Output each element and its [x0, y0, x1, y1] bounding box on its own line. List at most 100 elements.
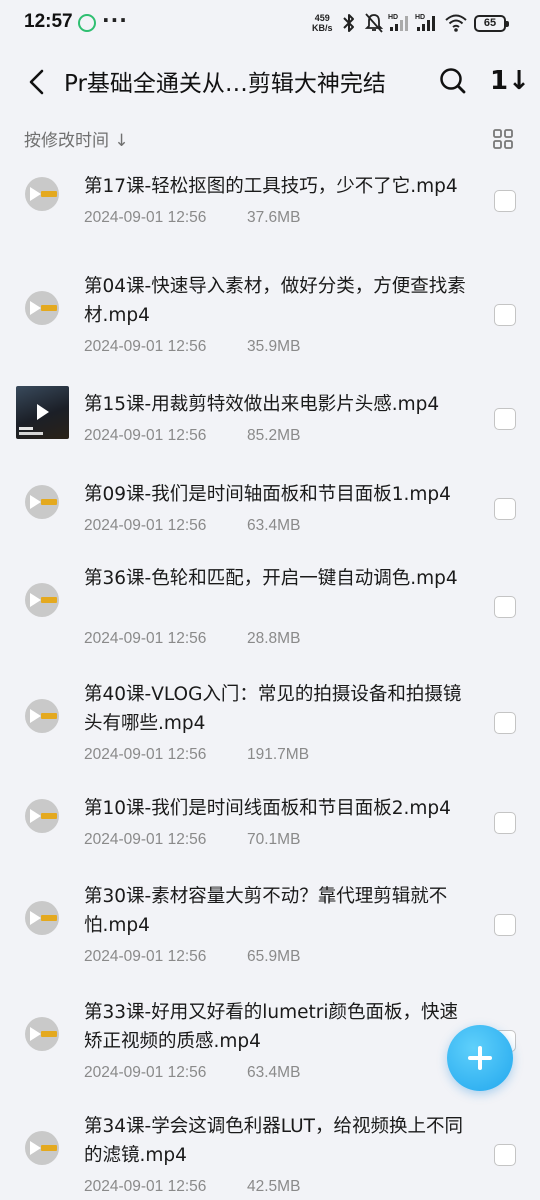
- file-date: 2024-09-01 12:56: [84, 517, 207, 534]
- file-date: 2024-09-01 12:56: [84, 746, 207, 763]
- file-row[interactable]: 第34课-学会这调色利器LUT，给视频换上不同的滤镜.mp4 2024-09-0…: [0, 1102, 540, 1200]
- play-icon: [30, 301, 41, 315]
- video-file-icon: [25, 485, 59, 519]
- file-size: 28.8MB: [247, 630, 301, 647]
- file-name: 第30课-素材容量大剪不动？靠代理剪辑就不怕.mp4: [84, 886, 448, 936]
- file-size: 70.1MB: [247, 831, 301, 848]
- app-notification-icon: [78, 14, 96, 32]
- file-size: 65.9MB: [247, 948, 301, 965]
- search-button[interactable]: [438, 66, 468, 96]
- wifi-icon: [445, 14, 467, 32]
- file-meta: 2024-09-01 12:56 35.9MB: [84, 338, 300, 356]
- file-row[interactable]: 第30课-素材容量大剪不动？靠代理剪辑就不怕.mp4 2024-09-01 12…: [0, 872, 540, 980]
- video-file-icon: [25, 1017, 59, 1051]
- file-date: 2024-09-01 12:56: [84, 630, 207, 647]
- file-row[interactable]: 第17课-轻松抠图的工具技巧，少不了它.mp4 2024-09-01 12:56…: [0, 162, 540, 241]
- sort-order-button[interactable]: 1↓: [490, 64, 530, 98]
- video-file-icon: [25, 799, 59, 833]
- file-meta: 2024-09-01 12:56 42.5MB: [84, 1178, 300, 1196]
- video-file-icon: [25, 1131, 59, 1165]
- file-name: 第33课-好用又好看的lumetri颜色面板，快速矫正视频的质感.mp4: [84, 1002, 458, 1052]
- file-row[interactable]: 第15课-用裁剪特效做出来电影片头感.mp4 2024-09-01 12:56 …: [0, 380, 540, 459]
- file-date: 2024-09-01 12:56: [84, 338, 207, 355]
- select-checkbox[interactable]: [494, 596, 516, 618]
- file-name: 第15课-用裁剪特效做出来电影片头感.mp4: [84, 394, 440, 415]
- file-name: 第34课-学会这调色利器LUT，给视频换上不同的滤镜.mp4: [84, 1116, 463, 1166]
- file-row[interactable]: 第40课-VLOG入门：常见的拍摄设备和拍摄镜头有哪些.mp4 2024-09-…: [0, 670, 540, 778]
- video-file-icon: [25, 901, 59, 935]
- network-speed-value: 459: [314, 13, 330, 23]
- file-name: 第40课-VLOG入门：常见的拍摄设备和拍摄镜头有哪些.mp4: [84, 684, 462, 734]
- file-name: 第04课-快速导入素材，做好分类，方便查找素材.mp4: [84, 276, 466, 326]
- top-app-bar: Pr基础全通关从…剪辑大神完结 1↓: [0, 50, 540, 114]
- file-size: 63.4MB: [247, 517, 301, 534]
- back-button[interactable]: [20, 64, 54, 100]
- select-checkbox[interactable]: [494, 1144, 516, 1166]
- file-size: 85.2MB: [247, 427, 301, 444]
- play-icon: [30, 187, 41, 201]
- file-size: 35.9MB: [247, 338, 301, 355]
- file-meta: 2024-09-01 12:56 63.4MB: [84, 517, 300, 535]
- file-meta: 2024-09-01 12:56 85.2MB: [84, 427, 300, 445]
- file-date: 2024-09-01 12:56: [84, 831, 207, 848]
- battery-icon: 65: [474, 15, 509, 32]
- signal-hd-1-icon: HD: [388, 14, 408, 31]
- file-size: 42.5MB: [247, 1178, 301, 1195]
- file-type-badge-icon: [41, 713, 57, 719]
- file-meta: 2024-09-01 12:56 37.6MB: [84, 209, 300, 227]
- select-checkbox[interactable]: [494, 914, 516, 936]
- file-meta: 2024-09-01 12:56 63.4MB: [84, 1064, 300, 1082]
- select-checkbox[interactable]: [494, 304, 516, 326]
- file-meta: 2024-09-01 12:56 70.1MB: [84, 831, 300, 849]
- file-row[interactable]: 第09课-我们是时间轴面板和节目面板1.mp4 2024-09-01 12:56…: [0, 470, 540, 549]
- file-date: 2024-09-01 12:56: [84, 948, 207, 965]
- play-icon: [30, 709, 41, 723]
- file-size: 191.7MB: [247, 746, 310, 763]
- grid-view-icon[interactable]: [492, 128, 514, 150]
- add-fab-button[interactable]: [447, 1025, 513, 1091]
- file-meta: 2024-09-01 12:56 65.9MB: [84, 948, 300, 966]
- network-speed-unit: KB/s: [312, 23, 333, 33]
- file-type-badge-icon: [41, 1031, 57, 1037]
- svg-text:HD: HD: [415, 14, 425, 21]
- select-checkbox[interactable]: [494, 190, 516, 212]
- video-file-icon: [25, 583, 59, 617]
- file-date: 2024-09-01 12:56: [84, 1064, 207, 1081]
- file-type-badge-icon: [41, 813, 57, 819]
- video-file-icon: [25, 699, 59, 733]
- file-date: 2024-09-01 12:56: [84, 209, 207, 226]
- file-name: 第36课-色轮和匹配，开启一键自动调色.mp4: [84, 568, 458, 589]
- status-time: 12:57: [24, 11, 73, 32]
- bluetooth-icon: [343, 14, 354, 32]
- file-name: 第09课-我们是时间轴面板和节目面板1.mp4: [84, 484, 451, 505]
- file-type-badge-icon: [41, 191, 57, 197]
- play-icon: [30, 809, 41, 823]
- file-row[interactable]: 第36课-色轮和匹配，开启一键自动调色.mp4 2024-09-01 12:56…: [0, 554, 540, 662]
- file-date: 2024-09-01 12:56: [84, 427, 207, 444]
- select-checkbox[interactable]: [494, 408, 516, 430]
- sort-by-modified-time[interactable]: 按修改时间 ↓: [24, 126, 129, 151]
- svg-text:HD: HD: [388, 14, 398, 21]
- file-type-badge-icon: [41, 915, 57, 921]
- file-type-badge-icon: [41, 597, 57, 603]
- file-date: 2024-09-01 12:56: [84, 1178, 207, 1195]
- file-name: 第17课-轻松抠图的工具技巧，少不了它.mp4: [84, 176, 458, 197]
- play-icon: [30, 1027, 41, 1041]
- more-notifications-icon: ···: [102, 8, 128, 32]
- select-checkbox[interactable]: [494, 712, 516, 734]
- select-checkbox[interactable]: [494, 812, 516, 834]
- play-icon: [30, 911, 41, 925]
- file-type-badge-icon: [41, 305, 57, 311]
- file-row[interactable]: 第04课-快速导入素材，做好分类，方便查找素材.mp4 2024-09-01 1…: [0, 262, 540, 370]
- file-type-badge-icon: [41, 499, 57, 505]
- file-size: 63.4MB: [247, 1064, 301, 1081]
- file-size: 37.6MB: [247, 209, 301, 226]
- play-icon: [30, 495, 41, 509]
- play-icon: [37, 404, 49, 420]
- network-speed: 459 KB/s: [312, 13, 333, 33]
- file-row[interactable]: 第10课-我们是时间线面板和节目面板2.mp4 2024-09-01 12:56…: [0, 784, 540, 863]
- select-checkbox[interactable]: [494, 498, 516, 520]
- video-thumbnail: [16, 386, 69, 439]
- video-file-icon: [25, 291, 59, 325]
- video-file-icon: [25, 177, 59, 211]
